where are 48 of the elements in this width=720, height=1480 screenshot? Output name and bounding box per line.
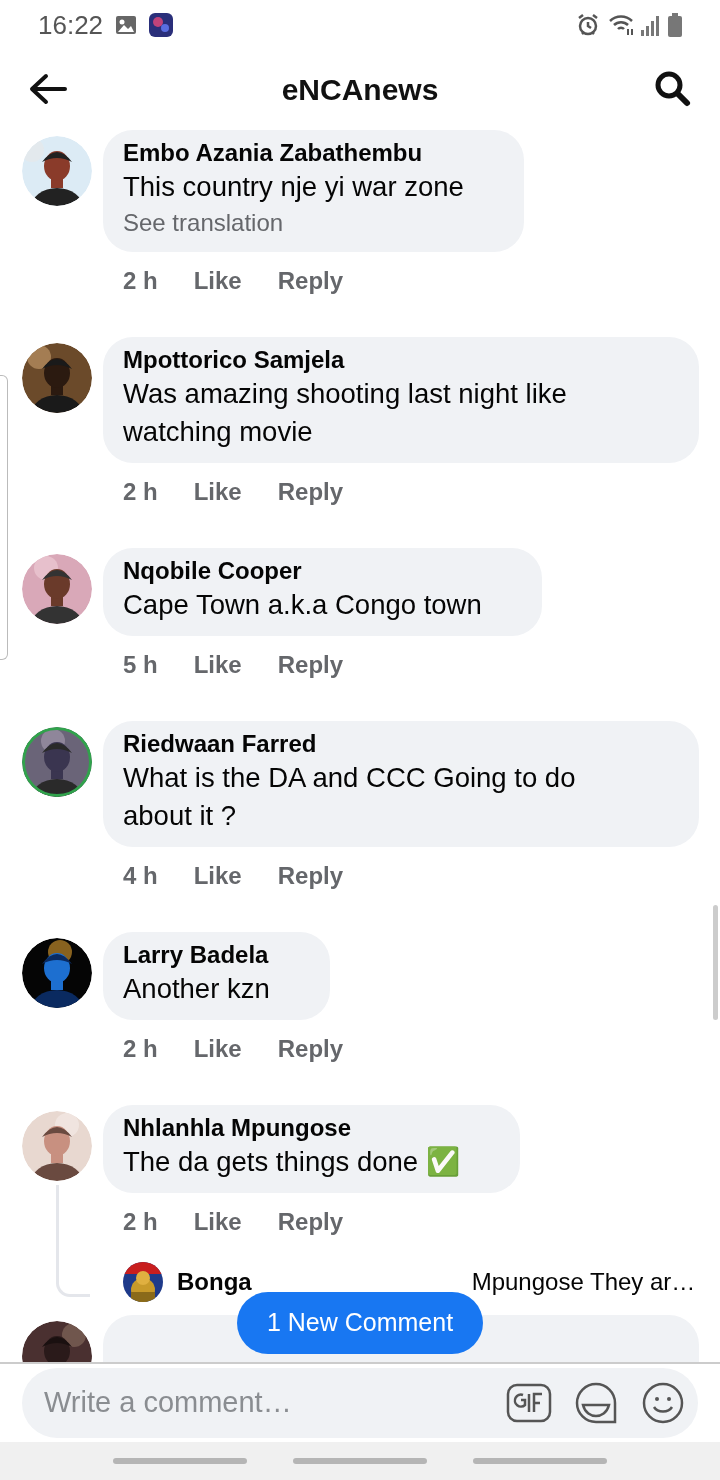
comment-field[interactable]: Write a comment… bbox=[22, 1368, 698, 1438]
like-button[interactable]: Like bbox=[193, 858, 242, 894]
back-arrow-icon bbox=[28, 73, 68, 105]
battery-icon bbox=[668, 13, 682, 37]
sticker-icon[interactable] bbox=[574, 1381, 618, 1425]
comment-author[interactable]: Riedwaan Farred bbox=[123, 729, 679, 759]
comment-text: Was amazing shooting last night like watching movie bbox=[123, 377, 568, 449]
new-comment-toast[interactable]: 1 New Comment bbox=[237, 1292, 483, 1354]
signal-icon bbox=[640, 14, 660, 36]
comment-author[interactable]: Nhlanhla Mpungose bbox=[123, 1113, 500, 1143]
comment-text: This country nje yi war zone bbox=[123, 170, 465, 204]
comment-time: 5 h bbox=[123, 650, 158, 680]
like-button[interactable]: Like bbox=[193, 1031, 242, 1067]
comment-author[interactable]: Embo Azania Zabathembu bbox=[123, 138, 504, 168]
like-button[interactable]: Like bbox=[193, 1204, 242, 1240]
page-title: eNCAnews bbox=[280, 71, 440, 108]
comment-author[interactable]: Nqobile Cooper bbox=[123, 556, 522, 586]
reply-button[interactable]: Reply bbox=[277, 474, 344, 510]
reply-button[interactable]: Reply bbox=[277, 858, 344, 894]
like-button[interactable]: Like bbox=[193, 647, 242, 683]
emoji-icon[interactable] bbox=[642, 1382, 684, 1424]
search-icon bbox=[654, 70, 692, 108]
comment-author[interactable]: Mpottorico Samjela bbox=[123, 345, 679, 375]
comment-time: 4 h bbox=[123, 861, 158, 891]
comment-time: 2 h bbox=[123, 1034, 158, 1064]
reply-button[interactable]: Reply bbox=[277, 647, 344, 683]
like-button[interactable]: Like bbox=[193, 474, 242, 510]
alarm-icon bbox=[576, 13, 600, 37]
comment-text: Cape Town a.k.a Congo town bbox=[123, 588, 483, 622]
comment-text: The da gets things done ✅ bbox=[123, 1145, 461, 1179]
comment-text: What is the DA and CCC Going to do about it ? bbox=[123, 761, 577, 833]
comment-time: 2 h bbox=[123, 477, 158, 507]
edge-panel-handle[interactable] bbox=[0, 375, 8, 660]
comment-input[interactable]: Write a comment… bbox=[44, 1381, 506, 1425]
comment-text: Another kzn bbox=[123, 972, 271, 1006]
comment-author[interactable]: Larry Badela bbox=[123, 940, 310, 970]
reply-button[interactable]: Reply bbox=[277, 1031, 344, 1067]
app-icon bbox=[149, 13, 174, 37]
status-time: 16:22 bbox=[38, 8, 104, 42]
comment-time: 2 h bbox=[123, 1207, 158, 1237]
comment-time: 2 h bbox=[123, 266, 158, 296]
see-translation-link[interactable]: See translation bbox=[123, 206, 504, 240]
like-button[interactable]: Like bbox=[193, 263, 242, 299]
image-icon bbox=[115, 15, 138, 35]
wifi-icon bbox=[608, 13, 636, 37]
gif-icon[interactable] bbox=[506, 1383, 552, 1423]
reply-button[interactable]: Reply bbox=[277, 1204, 344, 1240]
reply-button[interactable]: Reply bbox=[277, 263, 344, 299]
